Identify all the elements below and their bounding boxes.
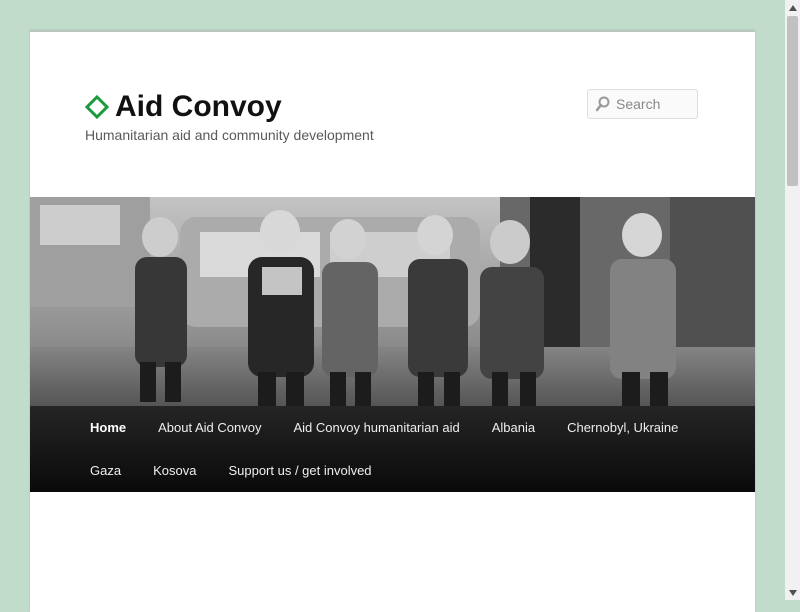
scroll-down-arrow-icon[interactable] xyxy=(785,585,800,600)
site-tagline: Humanitarian aid and community developme… xyxy=(85,127,374,143)
diamond-logo-icon xyxy=(85,95,109,119)
nav-item-kosova[interactable]: Kosova xyxy=(137,463,212,478)
header-photo xyxy=(30,197,755,406)
nav-row-2: Gaza Kosova Support us / get involved xyxy=(74,463,388,478)
scroll-up-arrow-icon[interactable] xyxy=(785,0,800,15)
search-field[interactable] xyxy=(587,89,698,119)
nav-item-albania[interactable]: Albania xyxy=(476,420,551,435)
nav-item-about[interactable]: About Aid Convoy xyxy=(142,420,277,435)
scroll-thumb[interactable] xyxy=(787,16,798,186)
nav-item-humanitarian-aid[interactable]: Aid Convoy humanitarian aid xyxy=(277,420,475,435)
nav-item-chernobyl[interactable]: Chernobyl, Ukraine xyxy=(551,420,694,435)
header-banner-image xyxy=(30,197,755,406)
nav-item-home[interactable]: Home xyxy=(74,420,142,435)
site-title[interactable]: Aid Convoy xyxy=(85,90,282,124)
page-container: Aid Convoy Humanitarian aid and communit… xyxy=(30,30,755,612)
nav-item-gaza[interactable]: Gaza xyxy=(74,463,137,478)
page-scrollbar[interactable] xyxy=(785,0,800,600)
search-input[interactable] xyxy=(616,96,696,112)
site-title-text[interactable]: Aid Convoy xyxy=(115,90,282,124)
search-icon xyxy=(596,96,610,112)
main-navigation: Home About Aid Convoy Aid Convoy humanit… xyxy=(30,406,755,492)
nav-item-support[interactable]: Support us / get involved xyxy=(212,463,387,478)
nav-row-1: Home About Aid Convoy Aid Convoy humanit… xyxy=(74,420,694,435)
